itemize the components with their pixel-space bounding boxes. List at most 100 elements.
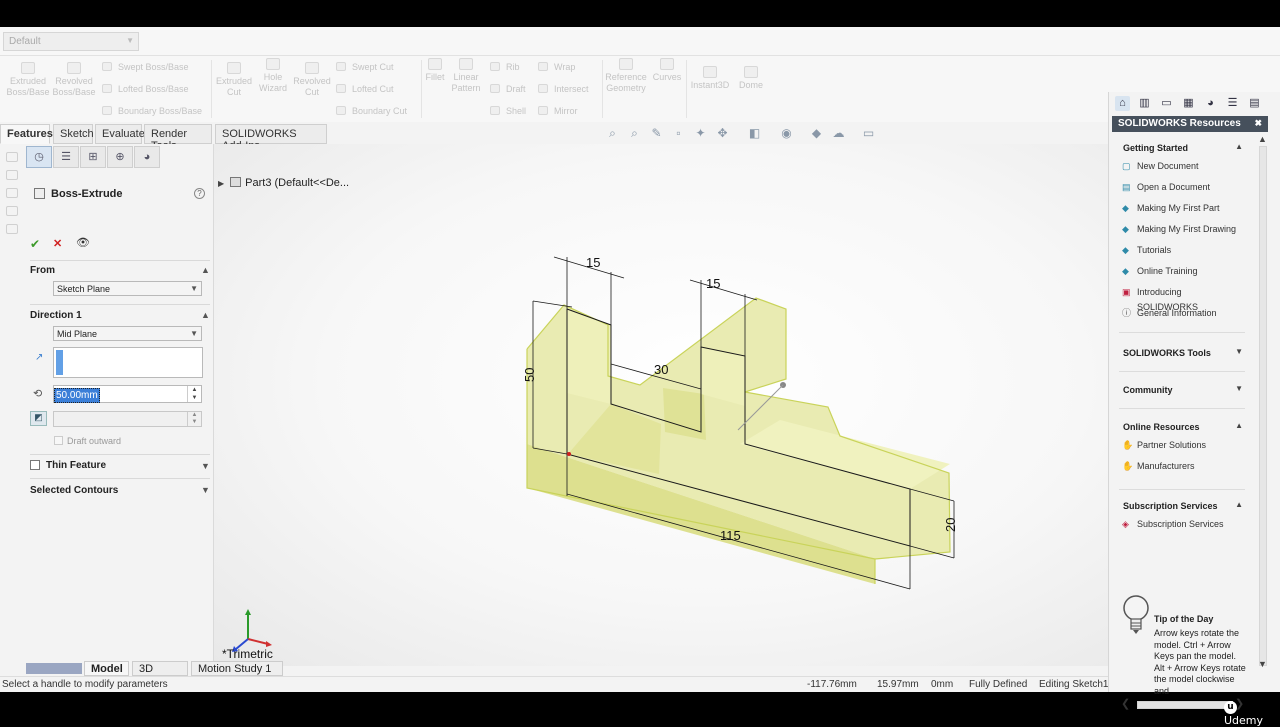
tab-evaluate[interactable]: Evaluate (95, 124, 145, 144)
draft-angle-input[interactable]: ▲ ▼ (53, 411, 202, 427)
hide-show-items-icon[interactable]: ◉ (780, 127, 793, 140)
scroll-up-icon[interactable]: ▲ (1258, 134, 1267, 144)
wrap-button[interactable]: Wrap (538, 62, 575, 72)
file-explorer-icon[interactable]: ▭ (1159, 96, 1174, 111)
linear-pattern-button[interactable]: Linear Pattern (448, 58, 484, 94)
dim-label-30[interactable]: 30 (654, 362, 668, 377)
boundary-boss-button[interactable]: Boundary Boss/Base (102, 106, 202, 116)
boundary-cut-button[interactable]: Boundary Cut (336, 106, 407, 116)
chevron-up-icon[interactable]: ▲ (201, 310, 210, 320)
fillet-button[interactable]: Fillet (423, 58, 447, 83)
link-online-training[interactable]: ◆ Online Training (1112, 261, 1245, 282)
community-header[interactable]: Community ▼ (1112, 382, 1245, 398)
reference-geometry-button[interactable]: Reference Geometry (604, 58, 648, 94)
cancel-x-icon[interactable]: ✕ (53, 237, 62, 250)
chevron-down-icon[interactable]: ▼ (201, 461, 210, 471)
display-manager-tab-icon[interactable]: ◕ (134, 146, 160, 168)
link-first-drawing[interactable]: ◆ Making My First Drawing (1112, 219, 1245, 240)
view-settings-icon[interactable]: ▭ (862, 127, 875, 140)
tab-model[interactable]: Model (84, 661, 129, 676)
dome-button[interactable]: Dome (734, 66, 768, 91)
task-pane-scrollbar[interactable]: ▲ ▼ (1255, 134, 1271, 669)
mirror-button[interactable]: Mirror (538, 106, 578, 116)
featuremanager-tab-icon[interactable]: ◷ (26, 146, 52, 168)
link-tutorials[interactable]: ◆ Tutorials (1112, 240, 1245, 261)
design-library-icon[interactable]: ▥ (1137, 96, 1152, 111)
draft-outward-checkbox[interactable]: Draft outward (54, 436, 121, 446)
feature-tree-icon[interactable] (6, 152, 18, 162)
from-select[interactable]: Sketch Plane ▼ (53, 281, 202, 296)
lofted-cut-button[interactable]: Lofted Cut (336, 84, 394, 94)
rib-button[interactable]: Rib (490, 62, 520, 72)
custom-properties-icon[interactable]: ☰ (1225, 96, 1240, 111)
appearances-icon[interactable]: ◕ (1203, 96, 1218, 111)
subscription-services-header[interactable]: Subscription Services ▲ (1112, 498, 1245, 514)
link-open-document[interactable]: ▤ Open a Document (1112, 177, 1245, 198)
getting-started-header[interactable]: Getting Started ▲ (1112, 140, 1245, 156)
tab-3d-views[interactable]: 3D Views (132, 661, 188, 687)
draft-angle-icon[interactable]: ◩ (30, 411, 47, 426)
configuration-select[interactable]: Default ▼ (3, 32, 139, 51)
link-new-document[interactable]: ▢ New Document (1112, 156, 1245, 177)
link-subscription-services[interactable]: ◈ Subscription Services (1112, 514, 1245, 535)
dim-label-50[interactable]: 50 (522, 368, 537, 382)
apply-scene-icon[interactable]: ☁ (832, 127, 845, 140)
dynamic-annotation-icon[interactable]: ✦ (694, 127, 707, 140)
view-orientation-icon[interactable]: ✥ (716, 127, 729, 140)
link-first-part[interactable]: ◆ Making My First Part (1112, 198, 1245, 219)
instant3d-button[interactable]: Instant3D (688, 66, 732, 91)
hole-wizard-button[interactable]: Hole Wizard (254, 58, 292, 94)
lofted-boss-button[interactable]: Lofted Boss/Base (102, 84, 189, 94)
link-manufacturers[interactable]: ✋ Manufacturers (1112, 456, 1245, 477)
depth-input[interactable]: 50.00mm ▲ ▼ (53, 385, 202, 403)
direction-selection-box[interactable] (53, 347, 203, 378)
link-general-information[interactable]: ⓘ General Information (1112, 303, 1245, 324)
intersect-button[interactable]: Intersect (538, 84, 589, 94)
history-icon[interactable] (6, 170, 18, 180)
forum-icon[interactable]: ▤ (1247, 96, 1262, 111)
dim-label-15-left[interactable]: 15 (586, 255, 600, 270)
curves-button[interactable]: Curves (650, 58, 684, 83)
thin-feature-checkbox[interactable]: Thin Feature (30, 460, 106, 471)
swept-boss-button[interactable]: Swept Boss/Base (102, 62, 189, 72)
direction1-section-header[interactable]: Direction 1 (30, 310, 82, 321)
revolved-cut-button[interactable]: Revolved Cut (292, 62, 332, 98)
extruded-cut-button[interactable]: Extruded Cut (214, 62, 254, 98)
part-model[interactable]: 15 15 30 50 115 20 (214, 144, 1108, 666)
spinner-arrows-icon[interactable]: ▲ ▼ (187, 412, 201, 426)
selected-contours-header[interactable]: Selected Contours (30, 485, 118, 496)
zoom-to-area-icon[interactable]: ⌕ (628, 127, 641, 140)
dimxpert-tab-icon[interactable]: ⊕ (107, 146, 133, 168)
chevron-up-icon[interactable]: ▲ (201, 265, 210, 275)
chevron-down-icon[interactable]: ▼ (201, 485, 210, 495)
edit-appearance-icon[interactable]: ◆ (810, 127, 823, 140)
reverse-direction-icon[interactable]: ↗ (35, 352, 43, 363)
shell-button[interactable]: Shell (490, 106, 526, 116)
solidworks-tools-header[interactable]: SOLIDWORKS Tools ▼ (1112, 345, 1245, 361)
online-resources-header[interactable]: Online Resources ▲ (1112, 419, 1245, 435)
graphics-area[interactable]: ▶ Part3 (Default<<De... 15 15 30 50 115 … (214, 144, 1108, 666)
dim-label-15-right[interactable]: 15 (706, 276, 720, 291)
section-view-icon[interactable]: ▫ (672, 127, 685, 140)
display-style-icon[interactable]: ◧ (748, 127, 761, 140)
scroll-down-icon[interactable]: ▼ (1258, 659, 1267, 669)
swept-cut-button[interactable]: Swept Cut (336, 62, 394, 72)
end-condition-select[interactable]: Mid Plane ▼ (53, 326, 202, 341)
zoom-to-fit-icon[interactable]: ⌕ (606, 127, 619, 140)
home-icon[interactable]: ⌂ (1115, 96, 1130, 111)
sensors-icon[interactable] (6, 188, 18, 198)
link-partner-solutions[interactable]: ✋ Partner Solutions (1112, 435, 1245, 456)
previous-view-icon[interactable]: ✎ (650, 127, 663, 140)
tab-navigation-arrows[interactable] (26, 663, 82, 674)
annotations-icon[interactable] (6, 206, 18, 216)
help-icon[interactable]: ? (194, 188, 205, 199)
draft-button[interactable]: Draft (490, 84, 526, 94)
ok-check-icon[interactable]: ✔ (30, 237, 40, 251)
scroll-left-icon[interactable]: ❮ (1121, 697, 1130, 710)
view-palette-icon[interactable]: ▦ (1181, 96, 1196, 111)
tab-render-tools[interactable]: Render Tools (144, 124, 212, 152)
tab-motion-study-1[interactable]: Motion Study 1 (191, 661, 283, 676)
extruded-boss-button[interactable]: Extruded Boss/Base (6, 62, 50, 98)
configurationmanager-tab-icon[interactable]: ⊞ (80, 146, 106, 168)
tab-sketch[interactable]: Sketch (53, 124, 94, 144)
